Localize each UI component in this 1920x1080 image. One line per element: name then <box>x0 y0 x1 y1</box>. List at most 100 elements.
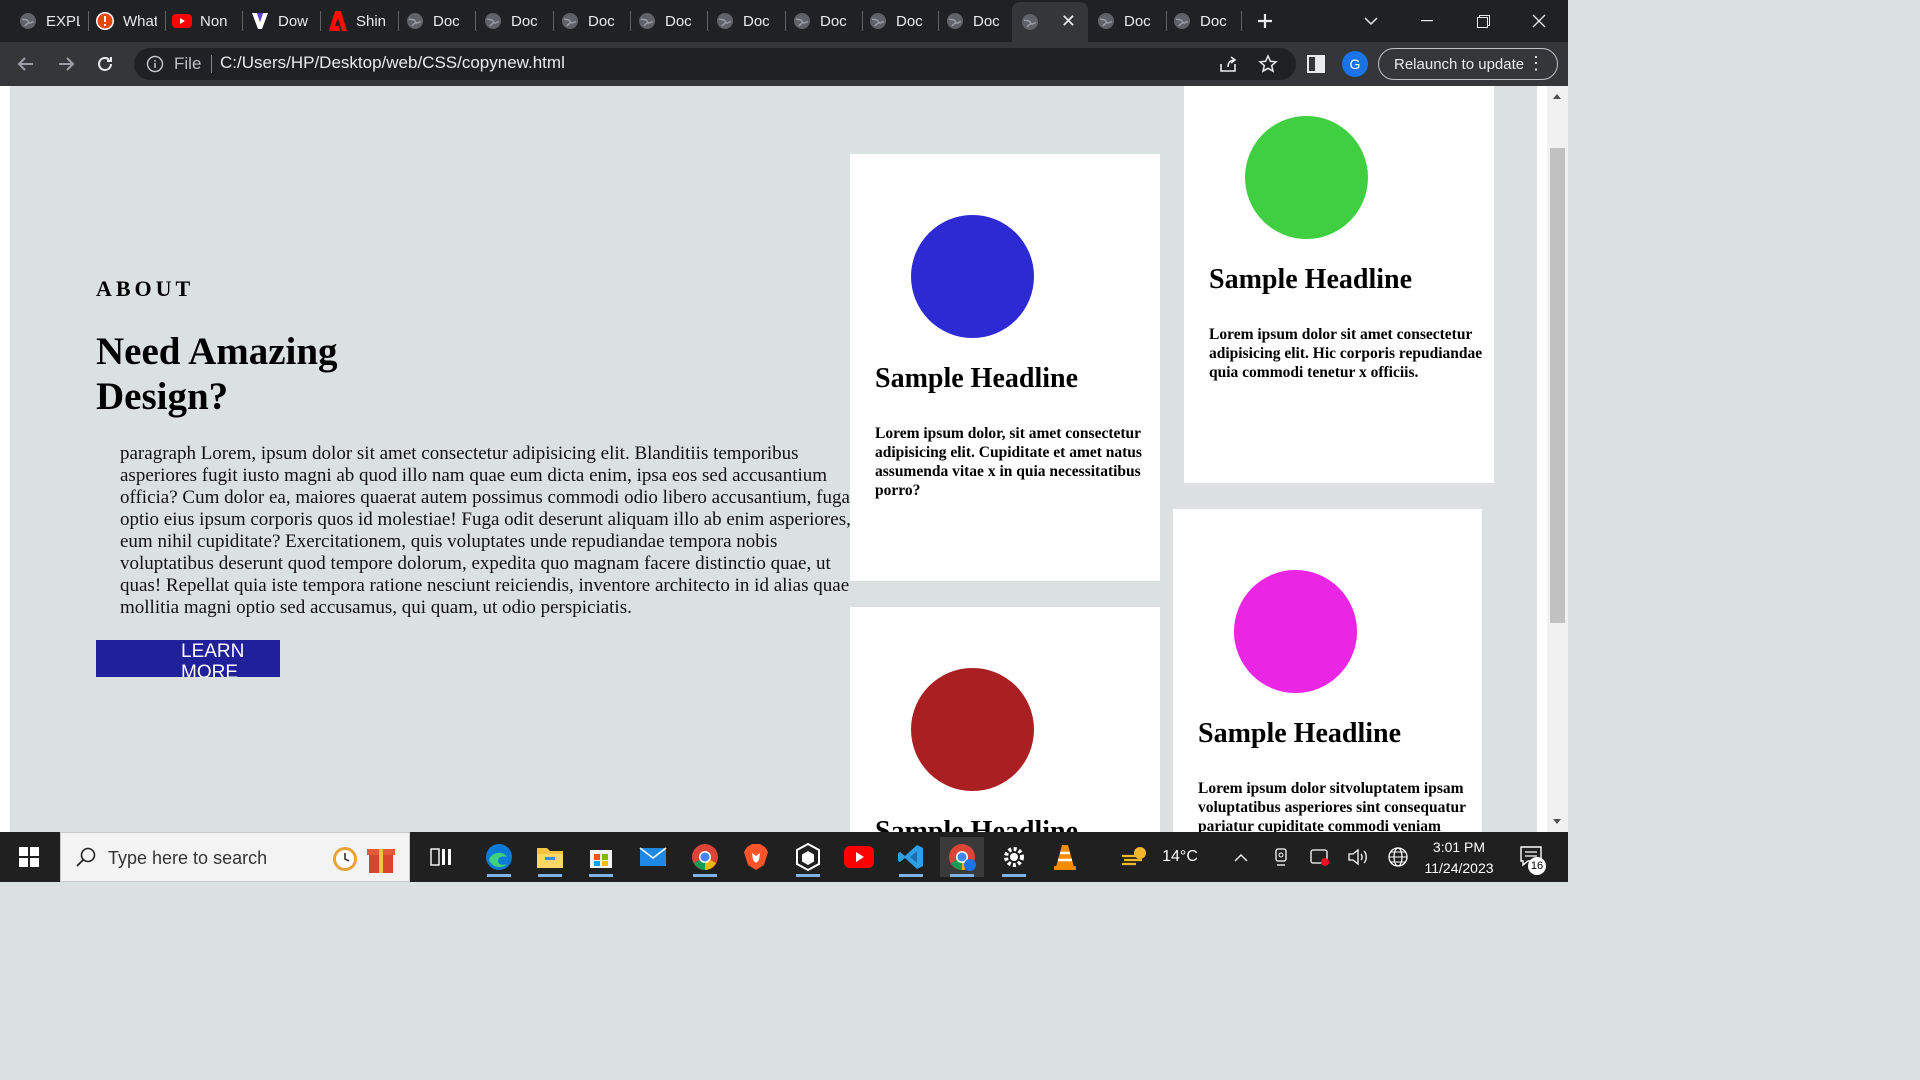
browser-tab[interactable]: Doc <box>1096 0 1158 42</box>
browser-tab[interactable]: What <box>95 0 157 42</box>
page-viewport: ABOUT Need Amazing Design? paragraph Lor… <box>0 86 1568 832</box>
card-text: Lorem ipsum dolor sitvoluptatem ipsam vo… <box>1198 780 1466 832</box>
bookmark-button[interactable] <box>1254 50 1282 78</box>
new-tab-button[interactable] <box>1250 0 1280 42</box>
browser-tab[interactable]: Dow <box>250 0 312 42</box>
browser-tab[interactable]: Doc <box>483 0 545 42</box>
close-icon <box>1532 14 1546 28</box>
card-red: Sample Headline <box>850 607 1160 832</box>
browser-tab[interactable]: Shin <box>328 0 390 42</box>
close-window-button[interactable] <box>1516 0 1562 42</box>
tab-title: Shin <box>356 12 387 30</box>
youtube-icon[interactable] <box>837 837 881 877</box>
forward-button[interactable] <box>52 50 80 78</box>
tab-search-button[interactable] <box>1356 0 1386 42</box>
browser-tab[interactable]: Doc <box>560 0 622 42</box>
browser-tab[interactable]: Doc <box>1172 0 1234 42</box>
browser-tab[interactable]: Doc <box>792 0 854 42</box>
browser-tab[interactable]: Doc <box>945 0 1007 42</box>
tab-separator <box>88 11 89 31</box>
relaunch-label: Relaunch to update <box>1394 55 1525 73</box>
card-title: Sample Headline <box>875 816 1079 832</box>
card-magenta: Sample Headline Lorem ipsum dolor sitvol… <box>1173 509 1482 832</box>
clock-time: 3:01 PM <box>1432 839 1486 855</box>
browser-tab[interactable]: Doc <box>715 0 777 42</box>
unity-icon[interactable] <box>786 837 830 877</box>
card-blue: Sample Headline Lorem ipsum dolor, sit a… <box>850 154 1160 581</box>
browser-tab[interactable]: Doc <box>405 0 467 42</box>
reload-button[interactable] <box>91 50 119 78</box>
file-explorer-icon[interactable] <box>528 837 572 877</box>
about-paragraph: paragraph Lorem, ipsum dolor sit amet co… <box>120 443 851 618</box>
tab-separator <box>862 11 863 31</box>
card-circle-red <box>911 668 1034 791</box>
tab-separator <box>938 11 939 31</box>
chrome-icon[interactable] <box>683 837 727 877</box>
taskbar-search-box[interactable]: Type here to search <box>60 832 410 882</box>
browser-tab[interactable]: ✕ <box>1012 2 1088 42</box>
star-icon <box>1258 54 1278 73</box>
scrollbar-thumb[interactable] <box>1550 148 1565 623</box>
side-panel-button[interactable] <box>1302 50 1330 78</box>
globe-icon <box>715 11 735 31</box>
clock-date: 11/24/2023 <box>1424 860 1494 876</box>
store-icon[interactable] <box>579 837 623 877</box>
mail-icon[interactable] <box>631 837 675 877</box>
weather-temperature[interactable]: 14°C <box>1156 832 1204 882</box>
volume-icon[interactable] <box>1344 832 1372 882</box>
tab-separator <box>785 11 786 31</box>
notifications-button[interactable]: 16 <box>1512 832 1552 882</box>
globe-icon <box>1096 11 1116 31</box>
page-gutter-right <box>1537 86 1547 832</box>
scroll-down-arrow-icon[interactable] <box>1553 819 1561 824</box>
chrome-profile-icon[interactable] <box>940 837 984 877</box>
search-highlight-icon[interactable] <box>329 841 399 880</box>
edge-icon[interactable] <box>477 837 521 877</box>
taskbar-clock[interactable]: 3:01 PM 11/24/2023 <box>1414 837 1504 879</box>
running-indicator <box>950 874 974 877</box>
tab-title: What <box>123 12 157 30</box>
info-icon[interactable] <box>146 55 164 78</box>
tab-title: Doc <box>743 12 770 30</box>
brave-icon[interactable] <box>734 837 778 877</box>
alert-icon <box>95 11 115 31</box>
more-menu-icon[interactable]: ⋮ <box>1527 54 1545 72</box>
share-icon <box>1220 56 1237 72</box>
vlc-icon[interactable] <box>1043 837 1087 877</box>
address-url[interactable]: C:/Users/HP/Desktop/web/CSS/copynew.html <box>220 53 565 73</box>
restore-button[interactable] <box>1460 0 1506 42</box>
share-button[interactable] <box>1214 50 1242 78</box>
globe-icon <box>945 11 965 31</box>
language-globe-icon[interactable] <box>1384 832 1412 882</box>
start-button[interactable] <box>0 832 58 882</box>
card-title: Sample Headline <box>875 363 1079 394</box>
tab-close-icon[interactable]: ✕ <box>1061 11 1076 32</box>
browser-tab[interactable]: Non <box>172 0 234 42</box>
browser-tab[interactable]: Doc <box>637 0 699 42</box>
running-indicator <box>899 874 923 877</box>
battery-icon[interactable] <box>1306 832 1334 882</box>
settings-icon[interactable] <box>992 837 1036 877</box>
tab-title: Doc <box>973 12 1000 30</box>
vertical-scrollbar[interactable] <box>1547 86 1568 832</box>
vscode-icon[interactable] <box>889 837 933 877</box>
scroll-up-arrow-icon[interactable] <box>1553 94 1561 99</box>
address-bar[interactable]: File C:/Users/HP/Desktop/web/CSS/copynew… <box>134 48 1296 80</box>
back-button[interactable] <box>12 50 40 78</box>
meet-now-icon[interactable] <box>1268 832 1294 882</box>
task-view-icon[interactable] <box>419 837 463 877</box>
card-text: Lorem ipsum dolor, sit amet consectetur … <box>875 425 1142 499</box>
running-indicator <box>796 874 820 877</box>
learn-more-button[interactable]: LEARN MORE <box>96 640 280 677</box>
avatar-initial: G <box>1349 56 1361 72</box>
browser-tab[interactable]: EXPL <box>18 0 80 42</box>
running-indicator <box>693 874 717 877</box>
chevron-up-icon[interactable] <box>1228 832 1254 882</box>
relaunch-to-update-button[interactable]: Relaunch to update ⋮ <box>1378 48 1558 80</box>
tab-title: Non <box>200 12 228 30</box>
tab-title: Doc <box>896 12 923 30</box>
browser-tab[interactable]: Doc <box>868 0 930 42</box>
minimize-button[interactable] <box>1404 0 1450 42</box>
weather-icon[interactable] <box>1118 832 1152 882</box>
profile-button[interactable]: G <box>1341 50 1369 78</box>
